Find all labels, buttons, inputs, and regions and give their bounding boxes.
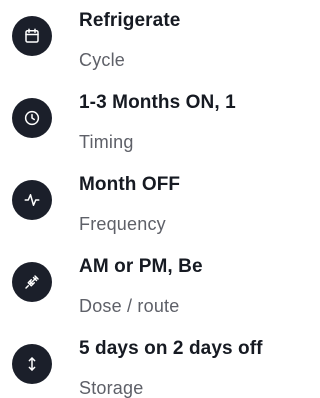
list-item-storage: 5 days on 2 days off Storage (0, 330, 301, 398)
syringe-icon (12, 262, 52, 302)
list-item-timing: 1-3 Months ON, 1 Timing (0, 84, 301, 154)
detail-list: Refrigerate Cycle 1-3 Months ON, 1 Timin… (0, 0, 301, 398)
pulse-icon (12, 180, 52, 220)
list-item-dose-route: AM or PM, Be Dose / route (0, 248, 301, 318)
item-subtitle: Dose / route (79, 296, 180, 316)
item-subtitle: Timing (79, 132, 134, 152)
item-subtitle: Frequency (79, 214, 166, 234)
item-title: 1-3 Months ON, 1 (79, 92, 236, 113)
list-item-cycle: Refrigerate Cycle (0, 2, 301, 72)
item-title: AM or PM, Be (79, 256, 203, 277)
item-subtitle: Storage (79, 378, 144, 398)
list-item-frequency: Month OFF Frequency (0, 166, 301, 236)
item-title: Month OFF (79, 174, 181, 195)
clock-icon (12, 98, 52, 138)
calendar-icon (12, 16, 52, 56)
item-title: 5 days on 2 days off (79, 338, 263, 359)
item-title: Refrigerate (79, 10, 181, 31)
item-subtitle: Cycle (79, 50, 126, 70)
vertical-arrows-icon (12, 344, 52, 384)
